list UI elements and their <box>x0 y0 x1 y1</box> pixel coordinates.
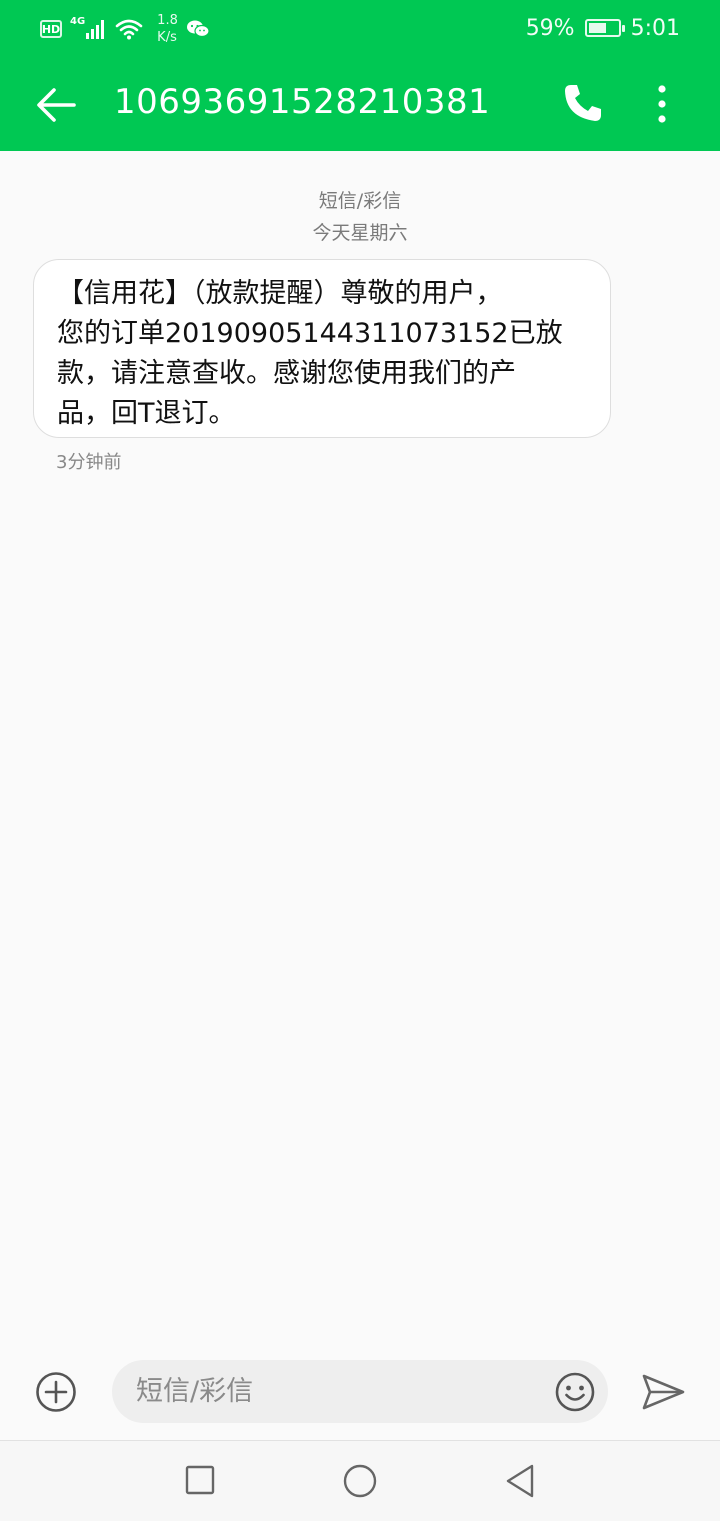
hd-icon: HD <box>40 20 62 38</box>
recent-apps-icon[interactable] <box>185 1465 215 1495</box>
smiley-icon[interactable] <box>554 1371 596 1413</box>
message-composer <box>112 1360 608 1423</box>
arrow-left-icon[interactable] <box>34 83 78 127</box>
battery-percent: 59% <box>525 15 575 41</box>
message-line: 【信用花】（放款提醒）尊敬的用户， <box>57 278 503 309</box>
message-line: 品，回T退订。 <box>57 398 236 429</box>
message-bubble[interactable]: 【信用花】（放款提醒）尊敬的用户， 您的订单201909051443110731… <box>33 259 611 438</box>
status-bar: HD 4G 1.8 K/s 59% 5:01 <box>0 0 720 56</box>
speed-unit: K/s <box>157 30 177 45</box>
signal-icon <box>86 20 105 39</box>
wechat-icon <box>186 20 210 38</box>
battery-icon <box>584 19 625 37</box>
network-type-label: 4G <box>70 16 86 27</box>
speed-value: 1.8 <box>157 13 178 28</box>
more-vertical-icon[interactable] <box>650 82 674 126</box>
top-header: HD 4G 1.8 K/s 59% 5:01 10693691528210381 <box>0 0 720 151</box>
network-speed: 1.8 K/s <box>157 12 178 46</box>
app-bar: 10693691528210381 <box>0 56 720 151</box>
phone-icon[interactable] <box>562 82 604 124</box>
status-right: 59% 5:01 <box>526 13 680 43</box>
message-input[interactable] <box>136 1360 536 1423</box>
status-time: 5:01 <box>630 15 680 41</box>
back-triangle-icon[interactable] <box>504 1463 536 1499</box>
message-line: 款，请注意查收。感谢您使用我们的产 <box>57 358 516 389</box>
date-label: 今天星期六 <box>312 222 408 244</box>
conversation-title: 10693691528210381 <box>114 82 491 122</box>
status-left: HD 4G 1.8 K/s <box>40 12 210 46</box>
message-time: 3分钟前 <box>56 452 122 473</box>
send-icon[interactable] <box>640 1372 686 1412</box>
wifi-icon <box>115 19 143 40</box>
message-line: 您的订单20190905144311073152已放 <box>57 318 563 349</box>
add-circle-icon[interactable] <box>35 1371 77 1413</box>
battery-fill <box>588 23 606 33</box>
home-icon[interactable] <box>343 1464 377 1498</box>
channel-label: 短信/彩信 <box>318 190 402 212</box>
system-nav-bar <box>0 1440 720 1521</box>
